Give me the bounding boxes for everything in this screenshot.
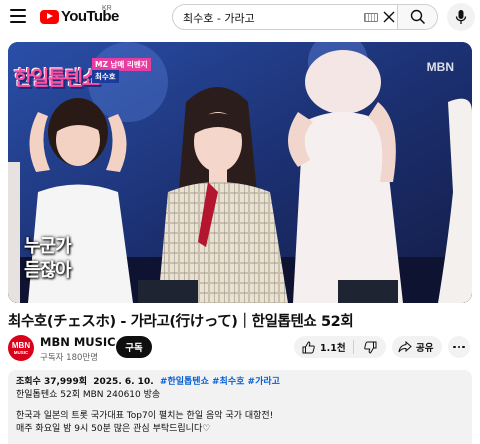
more-actions-button[interactable] — [448, 336, 470, 358]
region-code: KR — [102, 5, 112, 12]
share-icon — [398, 341, 412, 353]
channel-name[interactable]: MBN MUSIC — [40, 335, 116, 349]
subscriber-count: 구독자 180만명 — [40, 353, 99, 363]
like-count: 1.1천 — [320, 343, 346, 354]
hashtag-link[interactable]: #한일톱텐쇼 — [160, 377, 209, 387]
search-value[interactable]: 최수호 - 가라고 — [183, 10, 255, 26]
thumbs-down-icon — [363, 341, 376, 354]
clear-icon[interactable] — [382, 10, 396, 24]
share-label: 공유 — [416, 343, 434, 354]
hashtag-link[interactable]: #가라고 — [248, 377, 280, 387]
channel-avatar[interactable]: MBN MUSIC — [8, 335, 34, 361]
like-dislike-group: 1.1천 — [294, 336, 386, 358]
dislike-button[interactable] — [354, 336, 386, 358]
thumbs-up-icon — [302, 340, 315, 353]
top-bar: YouTube KR 최수호 - 가라고 — [0, 0, 480, 36]
avatar-text: MBN — [11, 340, 31, 350]
search-input[interactable]: 최수호 - 가라고 — [172, 4, 398, 30]
upload-date: 2025. 6. 10. — [93, 377, 154, 387]
description-line: 한일톱텐쇼 52회 MBN 240610 방송 — [16, 390, 161, 400]
menu-icon[interactable] — [10, 9, 26, 23]
voice-search-button[interactable] — [447, 3, 475, 31]
broadcaster-watermark: MBN — [426, 60, 454, 74]
like-button[interactable]: 1.1천 — [294, 336, 353, 358]
share-button[interactable]: 공유 — [392, 336, 442, 358]
performer-badge: 최수호 — [92, 70, 119, 83]
description-box[interactable]: 조회수 37,999회 2025. 6. 10. #한일톱텐쇼 #최수호 #가라… — [8, 370, 472, 444]
more-icon — [453, 345, 456, 349]
search-icon — [410, 9, 425, 25]
caption-line-2: 듣잖아 — [24, 260, 72, 281]
description-line: 매주 화요일 밤 9시 50분 많은 관심 부탁드립니다♡ — [16, 424, 211, 434]
show-logo: 한일톱텐쇼 — [14, 66, 100, 90]
video-player[interactable]: 한일톱텐쇼 MZ 남매 리벤지 최수호 MBN 누군가 듣잖아 — [8, 42, 472, 303]
video-title: 최수호(チェスホ) - 가라고(行けって)｜한일톱텐쇼 52회 — [8, 314, 354, 330]
caption-line-1: 누군가 — [24, 236, 72, 257]
keyboard-icon[interactable] — [364, 13, 378, 22]
hashtag-link[interactable]: #최수호 — [212, 377, 244, 387]
description-line: 한국과 일본의 트롯 국가대표 Top7이 펼치는 한일 음악 국가 대항전! — [16, 411, 274, 421]
search-button[interactable] — [398, 4, 438, 30]
avatar-subtext: MUSIC — [13, 349, 29, 355]
subscribe-button[interactable]: 구독 — [116, 336, 152, 358]
youtube-play-icon — [40, 9, 59, 24]
view-count: 조회수 37,999회 — [16, 377, 87, 387]
description-meta: 조회수 37,999회 2025. 6. 10. #한일톱텐쇼 #최수호 #가라… — [16, 376, 464, 389]
mic-icon — [455, 10, 467, 24]
